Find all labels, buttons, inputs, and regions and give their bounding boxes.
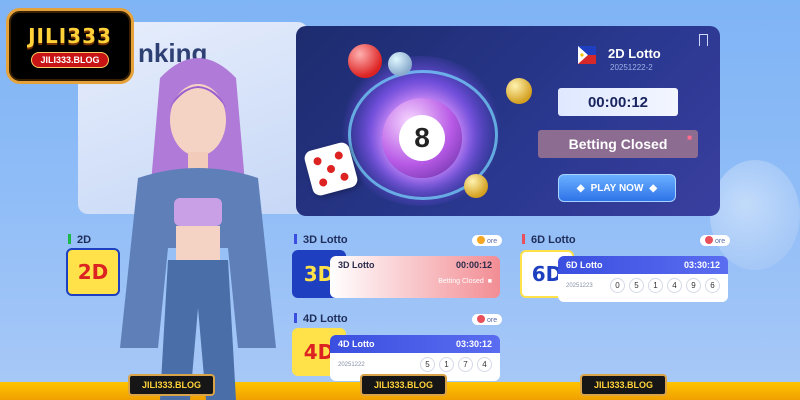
model-illustration (120, 58, 276, 400)
banner-game-title: 2D Lotto (608, 46, 661, 61)
diamond-icon: ◆ (649, 182, 658, 194)
footer-tag[interactable]: JILI333.BLOG (580, 374, 668, 396)
philippines-flag-icon (578, 46, 596, 64)
more-icon (477, 236, 485, 244)
lock-icon: ■ (487, 278, 492, 285)
red-ball-icon (348, 44, 382, 78)
section-header-4d: 4D Lotto (294, 313, 348, 325)
more-button[interactable]: ore (472, 314, 503, 325)
betting-status: Betting Closed ■ (538, 130, 698, 158)
diamond-icon: ◆ (576, 182, 585, 194)
decorative-sphere (710, 160, 800, 270)
play-now-button[interactable]: ◆ PLAY NOW ◆ (558, 174, 676, 202)
card-6d-lotto[interactable]: 6D Lotto 03:30:12 20251223 051496 (558, 256, 728, 302)
jili333-logo[interactable]: JILI333 JILI333.BLOG (6, 8, 134, 84)
footer-tag[interactable]: JILI333.BLOG (360, 374, 448, 396)
section-header-2d: 2D (68, 234, 91, 246)
bookmark-icon[interactable] (699, 34, 708, 46)
section-header-3d: 3D Lotto (294, 234, 348, 246)
more-button[interactable]: ore (472, 235, 503, 246)
footer-tag[interactable]: JILI333.BLOG (128, 374, 216, 396)
result-numbers: 051496 (606, 278, 720, 293)
card-3d-lotto[interactable]: 3D Lotto 00:00:12 Betting Closed ■ (330, 256, 500, 298)
ball-icon (388, 52, 412, 76)
eight-ball-icon: 8 (382, 98, 462, 178)
coin-icon (506, 78, 532, 104)
more-icon (705, 236, 713, 244)
more-button[interactable]: ore (700, 235, 731, 246)
more-icon (477, 315, 485, 323)
featured-banner[interactable]: 8 2D Lotto 20251222-2 00:00:12 Betting C… (296, 26, 720, 216)
banner-draw-code: 20251222-2 (610, 63, 653, 72)
result-numbers: 5174 (416, 357, 492, 372)
coin-icon (464, 174, 488, 198)
lock-icon: ■ (687, 133, 692, 142)
section-header-6d: 6D Lotto (522, 234, 576, 246)
countdown-timer: 00:00:12 (558, 88, 678, 116)
